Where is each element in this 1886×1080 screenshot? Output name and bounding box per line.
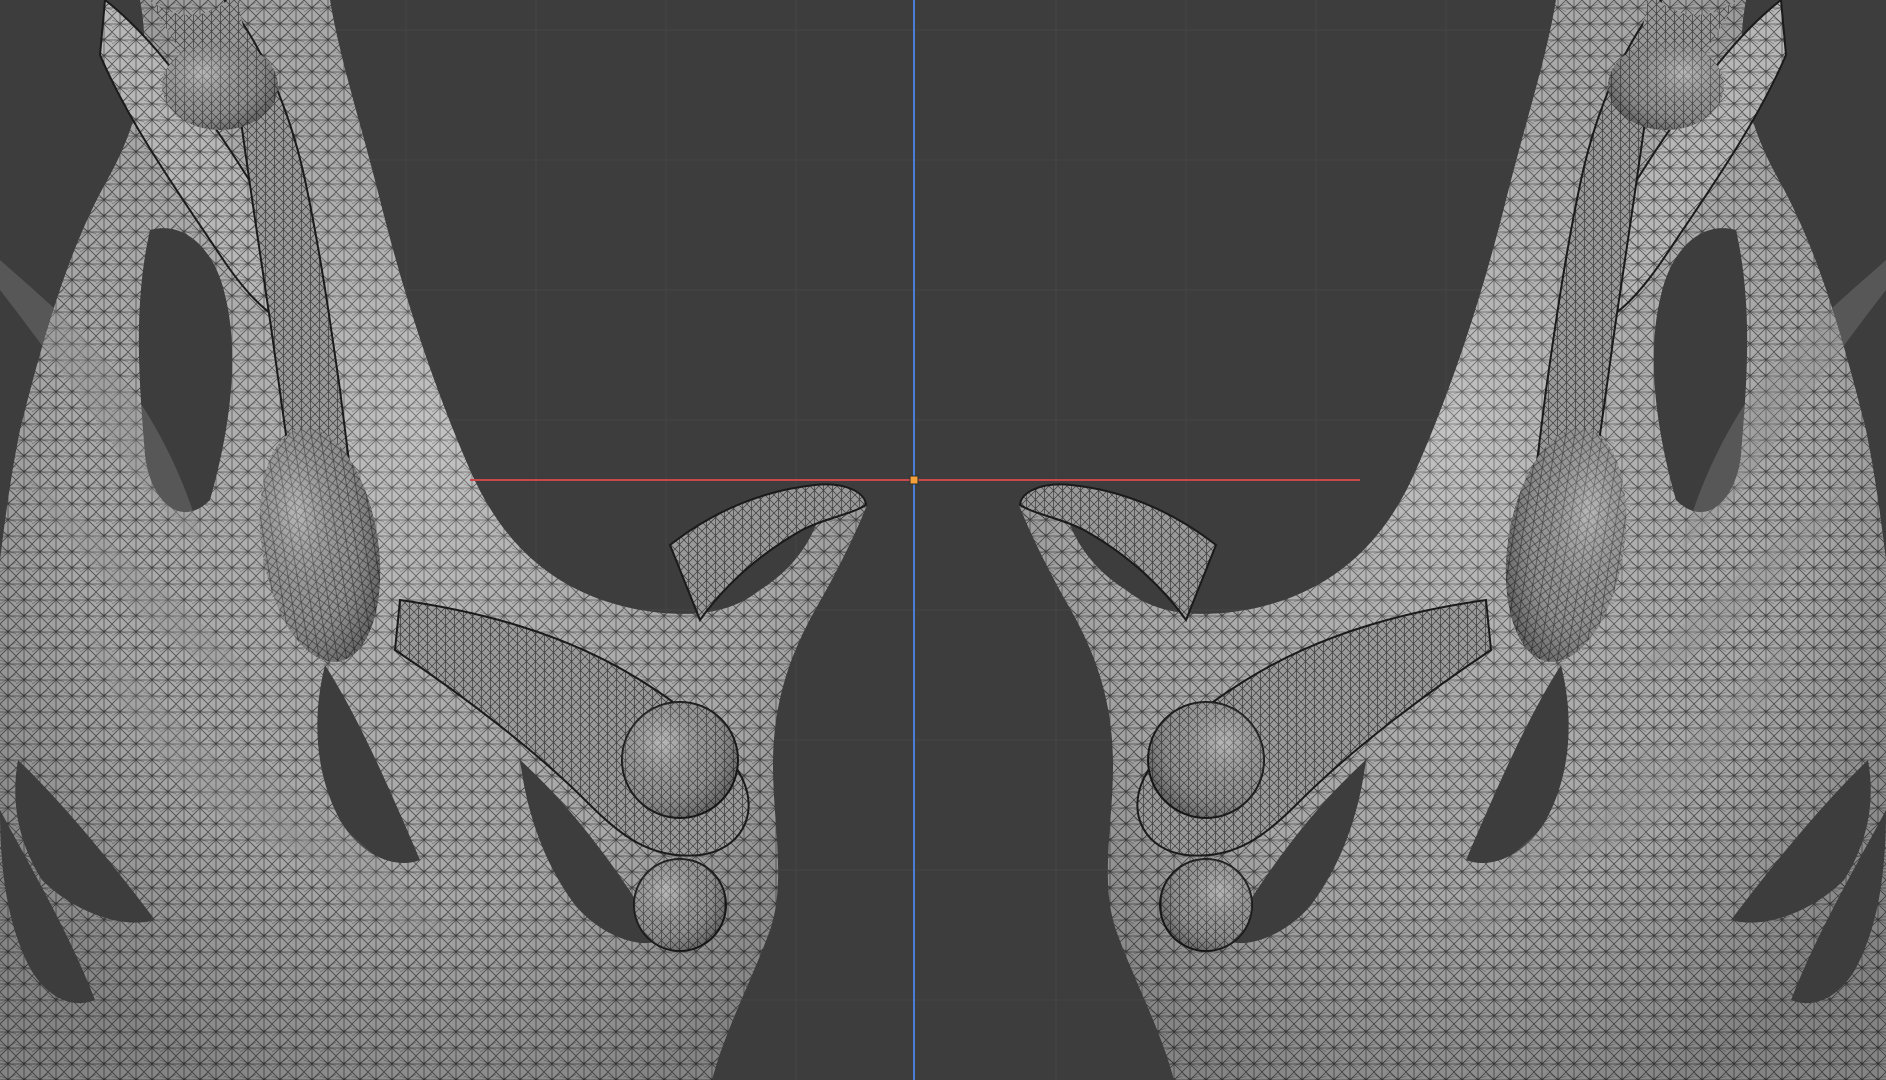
object-origin-marker[interactable] [909, 475, 919, 485]
3d-viewport[interactable] [0, 0, 1886, 1080]
viewport-canvas [0, 0, 1886, 1080]
